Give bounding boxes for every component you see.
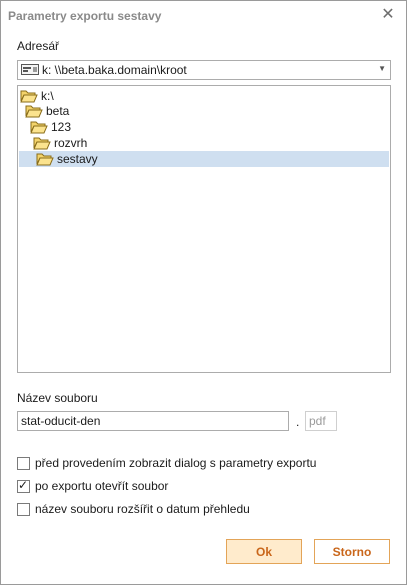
open-folder-icon (25, 105, 43, 118)
option-label: název souboru rozšířit o datum přehledu (35, 502, 250, 516)
export-dialog: Parametry exportu sestavy ✕ Adresář k: \… (0, 0, 407, 585)
tree-node[interactable]: 123 (30, 119, 71, 135)
option-label: po exportu otevřít soubor (35, 479, 169, 493)
tree-node-label: rozvrh (54, 136, 88, 150)
close-icon[interactable]: ✕ (379, 4, 397, 24)
extension-value: pdf (309, 414, 326, 428)
tree-node-label: sestavy (57, 152, 98, 166)
extension-field: pdf (305, 411, 337, 431)
tree-node[interactable]: k:\ (20, 88, 54, 104)
tree-node[interactable]: rozvrh (33, 135, 87, 151)
extension-separator: . (296, 415, 300, 429)
open-folder-icon (20, 90, 38, 103)
tree-node-selected[interactable]: sestavy (19, 151, 389, 167)
chevron-down-icon[interactable]: ▼ (378, 64, 386, 73)
option-label: před provedením zobrazit dialog s parame… (35, 456, 317, 470)
open-folder-icon (30, 121, 48, 134)
directory-dropdown[interactable]: k: \\beta.baka.domain\kroot ▼ (17, 60, 391, 80)
folder-tree[interactable]: k:\ beta 123 rozvrh sestavy (17, 85, 391, 373)
open-folder-icon (33, 137, 51, 150)
dialog-title: Parametry exportu sestavy (8, 9, 162, 23)
directory-label: Adresář (17, 39, 60, 53)
option-show-dialog[interactable]: před provedením zobrazit dialog s parame… (17, 456, 316, 470)
filename-input[interactable] (18, 412, 284, 430)
option-open-file[interactable]: ✓ po exportu otevřít soubor (17, 477, 169, 493)
tree-node-label: beta (46, 104, 70, 118)
filename-field[interactable] (17, 411, 289, 431)
ok-button[interactable]: Ok (226, 539, 302, 564)
checkbox-checked[interactable]: ✓ (17, 477, 30, 493)
option-append-date[interactable]: název souboru rozšířit o datum přehledu (17, 502, 250, 516)
tree-node-label: k:\ (41, 89, 54, 103)
network-drive-icon (21, 64, 39, 75)
checkmark-icon: ✓ (18, 477, 29, 492)
tree-node-label: 123 (51, 120, 72, 134)
directory-value: k: \\beta.baka.domain\kroot (42, 63, 187, 77)
filename-label: Název souboru (17, 391, 98, 405)
cancel-button[interactable]: Storno (314, 539, 390, 564)
checkbox[interactable] (17, 456, 30, 470)
open-folder-icon (36, 153, 54, 166)
tree-node[interactable]: beta (25, 103, 69, 119)
checkbox[interactable] (17, 502, 30, 516)
